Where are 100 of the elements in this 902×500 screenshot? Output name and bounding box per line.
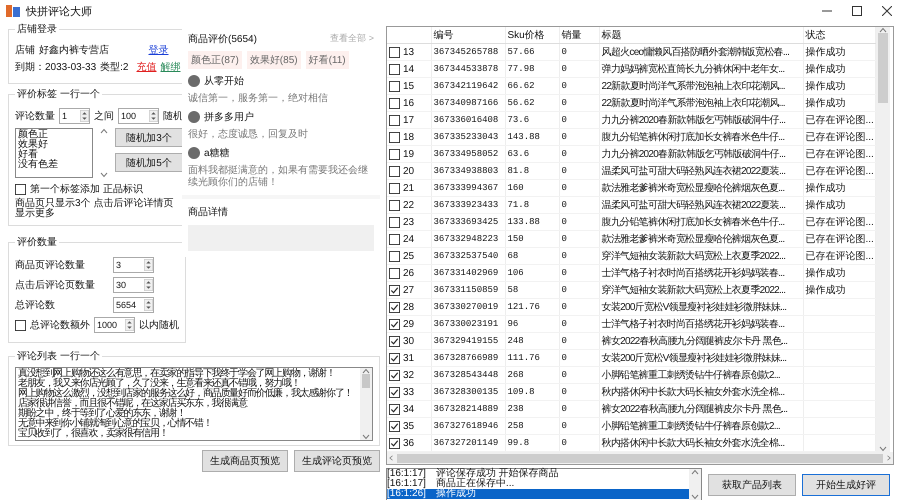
table-cell: 小脚铅笔裤重工刺绣烫钻牛仔裤春原创款2... (599, 366, 803, 384)
spinner-arrows-icon[interactable] (149, 110, 158, 122)
checkbox[interactable] (15, 320, 26, 330)
user-name: a糖糖 (204, 146, 230, 160)
checkbox[interactable] (389, 216, 400, 228)
table-cell: 367328214889 (431, 400, 505, 418)
checkbox[interactable] (389, 132, 400, 142)
checkbox[interactable] (389, 114, 400, 126)
table-cell: 操作成功 (803, 180, 875, 196)
column-header[interactable]: 编号 (431, 27, 505, 44)
number-field[interactable]: 1 (59, 108, 90, 124)
login-link[interactable]: 登录 (148, 43, 168, 57)
scrollbar-thumb[interactable] (397, 454, 883, 462)
number-field[interactable]: 30 (113, 277, 154, 293)
table-cell: 77.98 (505, 60, 559, 78)
column-header[interactable]: 销量 (559, 27, 599, 44)
unbind-link[interactable]: 解绑 (160, 60, 180, 74)
table-cell: 22新款夏时尚洋气系带泡泡袖上衣印花潮风... (599, 78, 803, 94)
checkbox[interactable] (389, 64, 400, 74)
table-cell: 81.8 (505, 162, 559, 180)
spinner-arrows-icon[interactable] (144, 279, 153, 291)
row-number: 17 (403, 114, 414, 126)
random-add-button[interactable]: 随机加5个 (115, 153, 183, 172)
avatar (188, 147, 200, 159)
checkbox[interactable] (389, 352, 400, 364)
number-field[interactable]: 1000 (94, 317, 135, 333)
table-cell: 已存在评论图... (803, 214, 875, 230)
checkbox[interactable] (389, 166, 400, 176)
log-entry[interactable]: [16:1:17] 评论保存成功 开始保存商品 (387, 469, 689, 479)
row-number: 30 (403, 336, 414, 346)
preview-button[interactable]: 生成评论页预览 (294, 450, 380, 472)
checkbox[interactable] (389, 284, 400, 296)
table-cell: 0 (559, 384, 599, 400)
column-header[interactable]: 标题 (599, 27, 803, 44)
checkbox[interactable] (389, 386, 400, 398)
row-number: 26 (403, 268, 414, 278)
checkbox[interactable] (389, 250, 400, 262)
checkbox[interactable] (389, 336, 400, 346)
checkbox[interactable] (389, 46, 400, 58)
checkbox[interactable] (389, 200, 400, 210)
scrollbar-thumb[interactable] (878, 33, 888, 103)
spinner-arrows-icon[interactable] (80, 110, 89, 122)
table-cell: 0 (559, 112, 599, 128)
table-cell: 操作成功 (803, 94, 875, 112)
table-cell: 109.8 (505, 384, 559, 400)
checkbox[interactable] (389, 370, 400, 380)
table-cell: 367334958052 (431, 146, 505, 162)
avatar (188, 75, 200, 87)
table-cell: 0 (559, 180, 599, 196)
row-number: 32 (403, 370, 414, 380)
checkbox[interactable] (389, 148, 400, 160)
scrollbar-thumb[interactable] (362, 374, 370, 388)
table-cell: 0 (559, 248, 599, 264)
number-field[interactable]: 5654 (113, 297, 154, 313)
recharge-link[interactable]: 充值 (136, 60, 156, 74)
action-button[interactable]: 获取产品列表 (708, 474, 796, 496)
table-cell: 73.6 (505, 112, 559, 128)
table-cell: 0 (559, 366, 599, 384)
checkbox[interactable] (389, 420, 400, 432)
spinner-arrows-icon[interactable] (144, 299, 153, 311)
table-cell: 258 (505, 418, 559, 434)
close-icon[interactable] (882, 6, 892, 16)
row-number: 15 (403, 80, 414, 92)
action-button[interactable]: 开始生成好评 (802, 474, 890, 496)
table-cell: 士洋气格子衬衣时尚百搭绣花开衫妈妈装春... (599, 316, 803, 332)
checkbox[interactable] (389, 404, 400, 414)
table-cell: 0 (559, 332, 599, 350)
table-cell: 63.6 (505, 146, 559, 162)
spinner-arrows-icon[interactable] (144, 259, 153, 271)
checkbox[interactable] (389, 182, 400, 194)
column-header[interactable]: 状态 (803, 27, 875, 44)
table-cell: 穿洋气短袖女装新款大码宽松上衣夏季2022... (599, 282, 803, 298)
table-cell: 22新款夏时尚洋气系带泡泡袖上衣印花潮风... (599, 94, 803, 112)
table-cell: 士洋气格子衬衣时尚百搭绣花开衫妈妈装春... (599, 264, 803, 282)
number-field[interactable]: 100 (118, 108, 159, 124)
checkbox[interactable] (389, 302, 400, 312)
table-cell: 0 (559, 298, 599, 316)
checkbox[interactable] (15, 184, 26, 194)
user-name: 拼多多用户 (204, 110, 254, 124)
checkbox[interactable] (389, 80, 400, 92)
table-cell: 腹九分铅笔裤休闲打底加长女裤春米色牛仔... (599, 214, 803, 230)
window-title: 快拼评论大师 (26, 4, 93, 18)
checkbox[interactable] (389, 318, 400, 330)
table-cell: 56.62 (505, 94, 559, 112)
spinner-arrows-icon[interactable] (125, 319, 134, 331)
log-entry[interactable]: [16:1:17] 商品正在保存中... (387, 479, 689, 489)
column-header[interactable]: Sku价格 (505, 27, 559, 44)
checkbox[interactable] (389, 98, 400, 108)
table-cell: 0 (559, 44, 599, 60)
checkbox[interactable] (389, 438, 400, 448)
checkbox[interactable] (389, 234, 400, 244)
random-add-button[interactable]: 随机加3个 (115, 128, 183, 147)
number-field[interactable]: 3 (113, 257, 154, 273)
checkbox[interactable] (389, 268, 400, 278)
table-cell: 71.8 (505, 196, 559, 214)
preview-button[interactable]: 生成商品页预览 (202, 450, 288, 472)
table-cell: 力九分裤2020春新款韩版乞丐韩版破洞牛仔... (599, 112, 803, 128)
group-title: 评价标签 一行一个 (16, 88, 101, 101)
table-cell: 121.76 (505, 298, 559, 316)
maximize-icon[interactable] (852, 6, 862, 16)
